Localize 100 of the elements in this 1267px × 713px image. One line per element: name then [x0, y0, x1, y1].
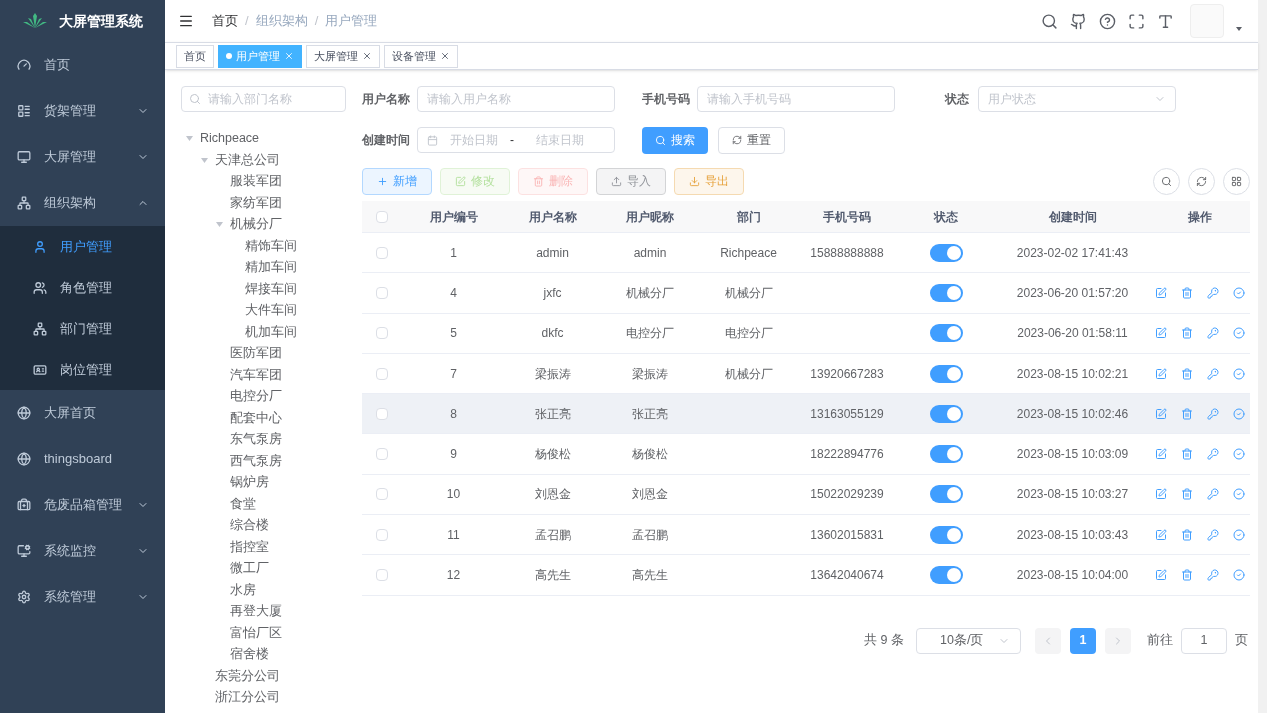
- trash-icon[interactable]: [1181, 367, 1193, 380]
- key-icon[interactable]: [1207, 448, 1219, 461]
- edit-icon[interactable]: [1155, 528, 1167, 541]
- username-field[interactable]: 请输入用户名称: [417, 86, 615, 112]
- sidebar-item[interactable]: thingsboard: [0, 436, 165, 482]
- tree-node[interactable]: 东莞分公司: [186, 665, 362, 687]
- status-switch[interactable]: [929, 324, 963, 343]
- caret-down-icon[interactable]: [1236, 27, 1242, 31]
- status-switch[interactable]: [929, 566, 963, 584]
- close-icon[interactable]: [362, 51, 372, 61]
- trash-icon[interactable]: [1181, 488, 1193, 501]
- sidebar-item[interactable]: 货架管理: [0, 88, 165, 134]
- edit-icon[interactable]: [1155, 569, 1167, 581]
- checkbox[interactable]: [376, 286, 388, 299]
- trash-icon[interactable]: [1181, 327, 1193, 340]
- check-circle-icon[interactable]: [1233, 327, 1245, 340]
- check-circle-icon[interactable]: [1233, 528, 1245, 541]
- trash-icon[interactable]: [1181, 528, 1193, 541]
- tree-node[interactable]: 电控分厂: [186, 386, 362, 408]
- status-switch[interactable]: [929, 364, 963, 383]
- checkbox[interactable]: [376, 327, 388, 340]
- tree-node[interactable]: 精加车间: [186, 257, 362, 279]
- status-switch[interactable]: [929, 445, 963, 464]
- search-icon[interactable]: [1041, 12, 1058, 30]
- tag-tab[interactable]: 设备管理: [384, 44, 458, 68]
- close-icon[interactable]: [440, 51, 450, 61]
- menu-icon[interactable]: [178, 13, 194, 29]
- checkbox[interactable]: [376, 210, 388, 223]
- tag-tab[interactable]: 首页: [176, 44, 214, 68]
- trash-icon[interactable]: [1181, 407, 1193, 420]
- status-switch[interactable]: [929, 243, 963, 262]
- edit-icon[interactable]: [1155, 407, 1167, 420]
- key-icon[interactable]: [1207, 407, 1219, 420]
- phone-field[interactable]: 请输入手机号码: [697, 86, 895, 112]
- checkbox[interactable]: [376, 246, 388, 259]
- submenu-item[interactable]: 部门管理: [0, 308, 165, 349]
- tree-node[interactable]: 机械分厂: [186, 214, 362, 236]
- edit-icon[interactable]: [1155, 286, 1167, 299]
- status-switch[interactable]: [929, 404, 963, 423]
- tree-node[interactable]: 再登大厦: [186, 601, 362, 623]
- fullscreen-icon[interactable]: [1128, 12, 1145, 30]
- key-icon[interactable]: [1207, 327, 1219, 340]
- checkbox[interactable]: [376, 448, 388, 461]
- checkbox[interactable]: [376, 367, 388, 380]
- tree-node[interactable]: 大件车间: [186, 300, 362, 322]
- tree-node[interactable]: 食堂: [186, 493, 362, 515]
- checkbox[interactable]: [376, 569, 388, 581]
- date-range-field[interactable]: 开始日期 - 结束日期: [417, 127, 615, 153]
- tree-node[interactable]: Richpeace: [186, 128, 362, 150]
- help-icon[interactable]: [1099, 12, 1116, 30]
- tree-node[interactable]: 指控室: [186, 536, 362, 558]
- submenu-item[interactable]: 用户管理: [0, 226, 165, 267]
- tree-node[interactable]: 焊接车间: [186, 278, 362, 300]
- page-size-select[interactable]: 10条/页: [916, 627, 1021, 654]
- edit-icon[interactable]: [1155, 448, 1167, 461]
- check-circle-icon[interactable]: [1233, 367, 1245, 380]
- tree-node[interactable]: 浙江分公司: [186, 687, 362, 709]
- checkbox[interactable]: [376, 528, 388, 541]
- key-icon[interactable]: [1207, 569, 1219, 581]
- tree-node[interactable]: 富怡厂区: [186, 622, 362, 644]
- tree-node[interactable]: 综合楼: [186, 515, 362, 537]
- tree-node[interactable]: 家纺军团: [186, 192, 362, 214]
- tree-node[interactable]: 宿舍楼: [186, 644, 362, 666]
- tree-node[interactable]: 水房: [186, 579, 362, 601]
- tree-node[interactable]: 锅炉房: [186, 472, 362, 494]
- submenu-item[interactable]: 角色管理: [0, 267, 165, 308]
- sidebar-item[interactable]: 大屏首页: [0, 390, 165, 436]
- sidebar-item[interactable]: 系统管理: [0, 574, 165, 620]
- goto-page-field[interactable]: 1: [1181, 627, 1227, 654]
- status-switch[interactable]: [929, 525, 963, 544]
- tree-node[interactable]: 东气泵房: [186, 429, 362, 451]
- tag-tab[interactable]: 大屏管理: [306, 44, 380, 68]
- trash-icon[interactable]: [1181, 448, 1193, 461]
- reset-button[interactable]: 重置: [718, 126, 785, 154]
- check-circle-icon[interactable]: [1233, 286, 1245, 299]
- edit-icon[interactable]: [1155, 367, 1167, 380]
- tree-node[interactable]: 汽车军团: [186, 364, 362, 386]
- tree-node[interactable]: 机加车间: [186, 321, 362, 343]
- breadcrumb-item[interactable]: 首页: [212, 11, 238, 31]
- tree-node[interactable]: 配套中心: [186, 407, 362, 429]
- checkbox[interactable]: [376, 407, 388, 420]
- trash-icon[interactable]: [1181, 569, 1193, 581]
- tree-node[interactable]: 天津总公司: [186, 149, 362, 171]
- tree-node[interactable]: 微工厂: [186, 558, 362, 580]
- sidebar-item[interactable]: 危废品箱管理: [0, 482, 165, 528]
- check-circle-icon[interactable]: [1233, 569, 1245, 581]
- dept-search-field[interactable]: 请输入部门名称: [181, 86, 346, 112]
- submenu-item[interactable]: 岗位管理: [0, 349, 165, 390]
- key-icon[interactable]: [1207, 528, 1219, 541]
- tree-node[interactable]: 西气泵房: [186, 450, 362, 472]
- font-size-icon[interactable]: [1157, 12, 1174, 30]
- status-switch[interactable]: [929, 485, 963, 504]
- trash-icon[interactable]: [1181, 286, 1193, 299]
- table-row[interactable]: 8 张正亮 张正亮 13163055129 2023-08-15 10:02:46: [362, 394, 1250, 435]
- edit-icon[interactable]: [1155, 488, 1167, 501]
- sidebar-item[interactable]: 大屏管理: [0, 134, 165, 180]
- status-switch[interactable]: [929, 283, 963, 302]
- check-circle-icon[interactable]: [1233, 448, 1245, 461]
- checkbox[interactable]: [376, 488, 388, 501]
- tree-node[interactable]: 医防军团: [186, 343, 362, 365]
